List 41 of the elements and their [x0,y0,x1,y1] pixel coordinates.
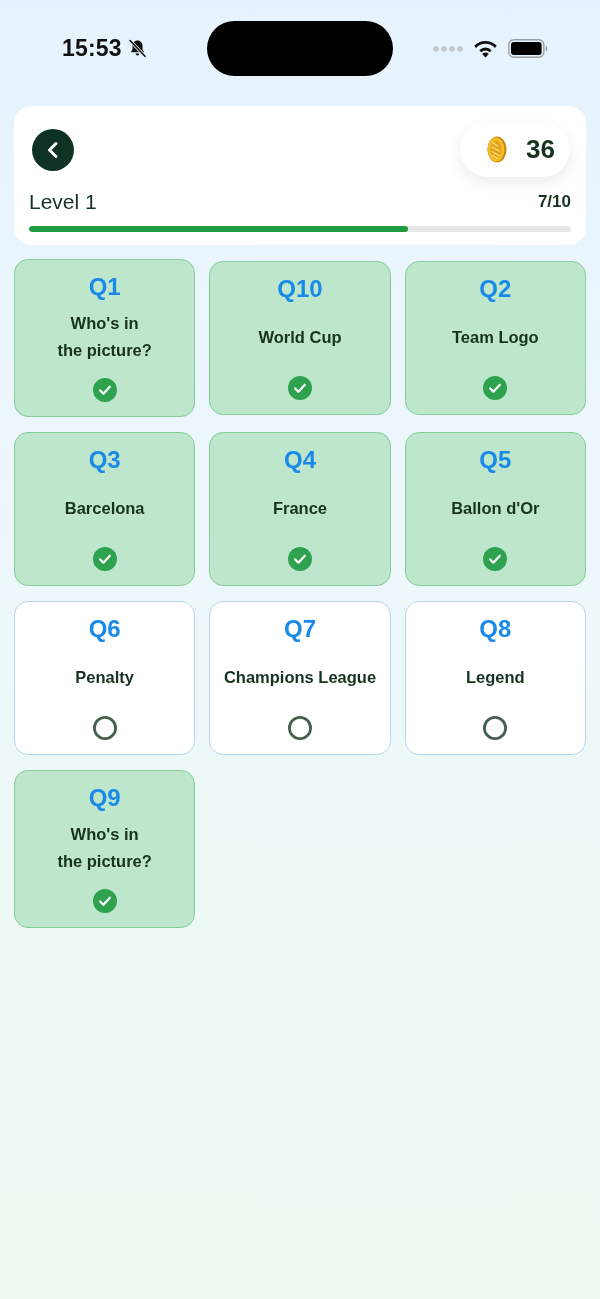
question-title: Barcelona [64,497,145,519]
level-label: Level 1 [29,190,97,214]
coin-icon [486,136,508,163]
question-title: Penalty [75,666,134,688]
question-number: Q2 [479,274,512,304]
question-title: Team Logo [451,326,539,348]
bell-slash-icon [127,39,147,58]
question-number: Q4 [284,445,316,475]
question-title: Legend [466,666,525,688]
question-number: Q1 [88,272,121,302]
question-card[interactable]: Q8 Legend [404,601,586,755]
question-title: France [272,497,328,519]
question-card[interactable]: Q4 France [209,432,391,586]
question-title: Who's in the picture? [57,313,152,361]
question-title: World Cup [258,326,342,348]
question-title: Ballon d'Or [451,497,540,519]
question-card[interactable]: Q9 Who's in the picture? [14,770,196,928]
question-number: Q7 [284,614,316,644]
question-card[interactable]: Q1 Who's in the picture? [14,259,196,417]
question-number: Q9 [88,783,121,813]
back-button[interactable] [32,128,74,171]
question-number: Q6 [88,614,121,644]
question-number: Q10 [277,274,323,304]
question-title: Who's in the picture? [57,824,152,872]
question-card[interactable]: Q7 Champions League [209,601,391,755]
chevron-left-icon [45,140,61,159]
question-card[interactable]: Q3 Barcelona [14,432,196,586]
coin-count: 36 [526,134,555,165]
question-card[interactable]: Q5 Ballon d'Or [404,432,586,586]
question-number: Q3 [88,445,121,475]
question-card[interactable]: Q6 Penalty [14,601,196,755]
question-card[interactable]: Q10 World Cup [209,261,391,415]
question-card[interactable]: Q2 Team Logo [404,261,586,415]
status-time: 15:53 [62,35,122,62]
signal-dots-icon [433,45,463,52]
wifi-icon [473,39,498,58]
question-number: Q5 [479,445,512,475]
battery-icon [508,39,548,58]
question-title: Champions League [223,666,377,688]
question-number: Q8 [479,614,512,644]
progress-count: 7/10 [537,192,571,212]
